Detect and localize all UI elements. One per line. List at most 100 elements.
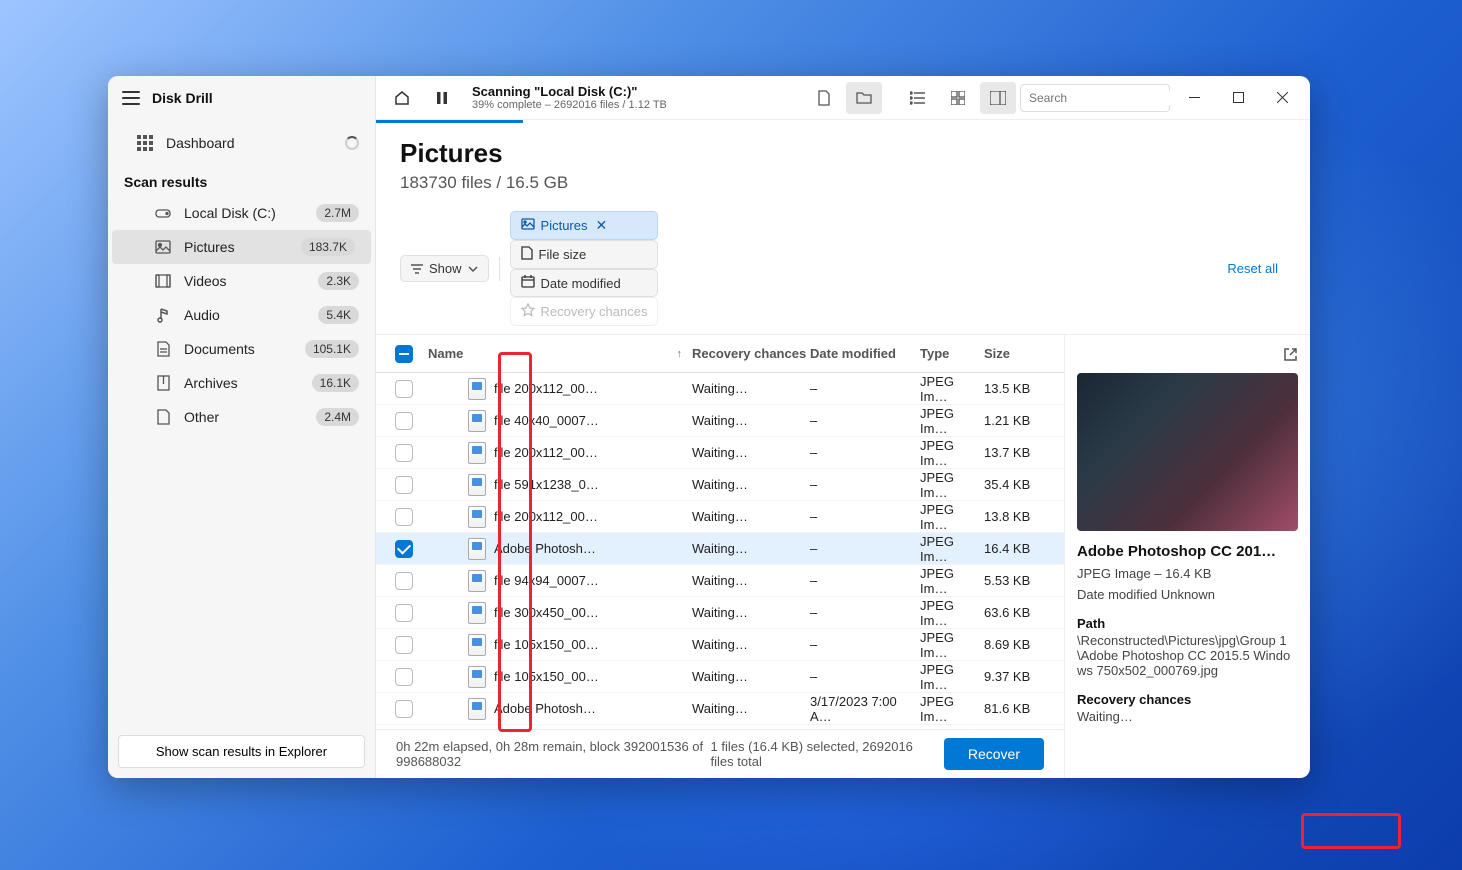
- scan-status: Scanning "Local Disk (C:)" 39% complete …: [472, 84, 667, 111]
- minimize-button[interactable]: [1174, 82, 1214, 114]
- open-external-button[interactable]: [1283, 347, 1298, 367]
- row-checkbox[interactable]: [395, 508, 413, 526]
- search-box[interactable]: [1020, 84, 1170, 112]
- sidebar-item-label: Local Disk (C:): [184, 205, 316, 221]
- sidebar-header: Disk Drill: [108, 76, 375, 120]
- sidebar-item-other[interactable]: Other 2.4M: [108, 400, 375, 434]
- preview-path-value: \Reconstructed\Pictures\jpg\Group 1\Adob…: [1077, 633, 1298, 678]
- file-icon: [468, 410, 486, 432]
- chip-icon: [521, 275, 535, 291]
- sidebar-item-local-disk-c-[interactable]: Local Disk (C:) 2.7M: [108, 196, 375, 230]
- filter-chip-date-modified[interactable]: Date modified: [510, 269, 659, 297]
- file-size: 13.7 KB: [984, 445, 1056, 460]
- col-type[interactable]: Type: [920, 346, 984, 361]
- row-checkbox[interactable]: [395, 412, 413, 430]
- preview-meta-type: JPEG Image – 16.4 KB: [1077, 566, 1298, 581]
- table-row[interactable]: file 200x112_00… Waiting… – JPEG Im… 13.…: [376, 373, 1064, 405]
- preview-recovery-section: Recovery chances Waiting…: [1077, 692, 1298, 724]
- file-date: –: [810, 605, 920, 620]
- row-checkbox[interactable]: [395, 636, 413, 654]
- row-checkbox[interactable]: [395, 444, 413, 462]
- table-row[interactable]: file 105x150_00… Waiting… – JPEG Im… 8.6…: [376, 629, 1064, 661]
- row-checkbox[interactable]: [395, 572, 413, 590]
- table-row[interactable]: file 200x112_00… Waiting… – JPEG Im… 13.…: [376, 437, 1064, 469]
- pause-button[interactable]: [424, 82, 460, 114]
- sidebar-item-archives[interactable]: Archives 16.1K: [108, 366, 375, 400]
- table-row[interactable]: file 94x94_0007… Waiting… – JPEG Im… 5.5…: [376, 565, 1064, 597]
- sidebar-item-label: Videos: [184, 273, 318, 289]
- sidebar-item-dashboard[interactable]: Dashboard: [108, 126, 375, 160]
- close-button[interactable]: [1262, 82, 1302, 114]
- file-type: JPEG Im…: [920, 438, 984, 468]
- home-button[interactable]: [384, 82, 420, 114]
- col-date[interactable]: Date modified: [810, 346, 920, 361]
- row-checkbox[interactable]: [395, 540, 413, 558]
- chip-label: Pictures: [541, 218, 588, 233]
- table-row[interactable]: file 591x1238_0… Waiting… – JPEG Im… 35.…: [376, 469, 1064, 501]
- preview-path-label: Path: [1077, 616, 1298, 631]
- table-row[interactable]: file 40x40_0007… Waiting… – JPEG Im… 1.2…: [376, 405, 1064, 437]
- recover-button[interactable]: Recover: [944, 738, 1044, 770]
- file-name: file 200x112_00…: [494, 445, 692, 460]
- file-size: 13.5 KB: [984, 381, 1056, 396]
- archive-icon: [154, 374, 172, 392]
- table-row[interactable]: file 105x150_00… Waiting… – JPEG Im… 9.3…: [376, 661, 1064, 693]
- filter-chip-pictures[interactable]: Pictures ✕: [510, 211, 659, 240]
- folder-view-button[interactable]: [846, 82, 882, 114]
- file-type: JPEG Im…: [920, 406, 984, 436]
- sidebar-item-badge: 2.7M: [316, 204, 359, 222]
- sidebar-item-badge: 183.7K: [301, 238, 355, 256]
- status-selected: 1 files (16.4 KB) selected, 2692016 file…: [711, 739, 926, 769]
- sidebar-item-badge: 2.3K: [318, 272, 359, 290]
- table-body[interactable]: file 200x112_00… Waiting… – JPEG Im… 13.…: [376, 373, 1064, 729]
- chip-label: Recovery chances: [541, 304, 648, 319]
- sidebar-item-documents[interactable]: Documents 105.1K: [108, 332, 375, 366]
- file-date: –: [810, 477, 920, 492]
- file-name: file 200x112_00…: [494, 381, 692, 396]
- list-view-button[interactable]: [900, 82, 936, 114]
- select-all-checkbox[interactable]: [395, 345, 413, 363]
- close-icon[interactable]: ✕: [596, 217, 608, 234]
- filter-chip-recovery-chances[interactable]: Recovery chances: [510, 297, 659, 326]
- file-view-button[interactable]: [806, 82, 842, 114]
- table-row[interactable]: file 200x112_00… Waiting… – JPEG Im… 13.…: [376, 501, 1064, 533]
- col-name[interactable]: Name↑: [424, 346, 692, 361]
- file-recovery: Waiting…: [692, 381, 810, 396]
- file-recovery: Waiting…: [692, 701, 810, 716]
- col-size[interactable]: Size: [984, 346, 1056, 361]
- table-row[interactable]: file 300x450_00… Waiting… – JPEG Im… 63.…: [376, 597, 1064, 629]
- panel-toggle-button[interactable]: [980, 82, 1016, 114]
- table-wrap: Name↑ Recovery chances Date modified Typ…: [376, 334, 1310, 778]
- sidebar-item-label: Other: [184, 409, 316, 425]
- table-row[interactable]: Adobe Photosh… Waiting… – JPEG Im… 16.4 …: [376, 533, 1064, 565]
- filter-divider: [499, 257, 500, 281]
- file-date: –: [810, 669, 920, 684]
- sidebar-item-videos[interactable]: Videos 2.3K: [108, 264, 375, 298]
- maximize-button[interactable]: [1218, 82, 1258, 114]
- filter-bar: Show Pictures ✕ File sizeDate modified Reco…: [376, 203, 1310, 334]
- reset-all-link[interactable]: Reset all: [1227, 261, 1286, 276]
- filter-chip-file-size[interactable]: File size: [510, 240, 659, 269]
- file-size: 81.6 KB: [984, 701, 1056, 716]
- sidebar-item-label: Documents: [184, 341, 305, 357]
- file-icon: [468, 474, 486, 496]
- grid-view-button[interactable]: [940, 82, 976, 114]
- file-size: 35.4 KB: [984, 477, 1056, 492]
- row-checkbox[interactable]: [395, 476, 413, 494]
- sidebar-item-pictures[interactable]: Pictures 183.7K: [112, 230, 371, 264]
- file-icon: [468, 378, 486, 400]
- preview-image: [1077, 373, 1298, 531]
- file-type: JPEG Im…: [920, 630, 984, 660]
- show-in-explorer-button[interactable]: Show scan results in Explorer: [118, 735, 365, 768]
- col-recovery[interactable]: Recovery chances: [692, 346, 810, 361]
- row-checkbox[interactable]: [395, 668, 413, 686]
- row-checkbox[interactable]: [395, 700, 413, 718]
- row-checkbox[interactable]: [395, 380, 413, 398]
- sidebar-item-audio[interactable]: Audio 5.4K: [108, 298, 375, 332]
- table-row[interactable]: Adobe Photosh… Waiting… 3/17/2023 7:00 A…: [376, 693, 1064, 725]
- hamburger-icon[interactable]: [122, 91, 140, 105]
- show-filter-button[interactable]: Show: [400, 255, 489, 282]
- search-input[interactable]: [1029, 91, 1184, 105]
- file-size: 9.37 KB: [984, 669, 1056, 684]
- row-checkbox[interactable]: [395, 604, 413, 622]
